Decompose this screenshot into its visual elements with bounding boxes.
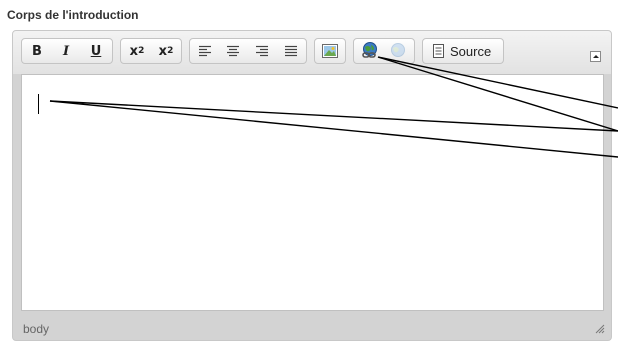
align-right-button[interactable] xyxy=(251,40,273,62)
link-group xyxy=(353,38,415,64)
collapse-toolbar-button[interactable] xyxy=(590,51,601,62)
subscript-button[interactable]: x2 xyxy=(124,40,150,62)
align-center-button[interactable] xyxy=(222,40,244,62)
image-icon xyxy=(322,44,338,58)
text-cursor xyxy=(38,94,39,114)
element-path[interactable]: body xyxy=(23,322,49,336)
editor-statusbar: body xyxy=(13,312,611,340)
superscript-label: x xyxy=(158,43,168,59)
italic-button[interactable]: I xyxy=(55,40,77,62)
basic-styles-group: B I U xyxy=(21,38,113,64)
editor-toolbar: B I U x2 x2 Source xyxy=(13,31,611,74)
insert-group xyxy=(314,38,346,64)
source-label: Source xyxy=(450,43,492,59)
insert-image-button[interactable] xyxy=(319,40,341,62)
source-document-icon xyxy=(433,44,444,58)
align-left-button[interactable] xyxy=(194,40,216,62)
superscript-suffix: 2 xyxy=(167,46,174,56)
source-group: Source xyxy=(422,38,504,64)
link-globe-icon xyxy=(362,42,377,58)
align-left-icon xyxy=(199,45,211,57)
field-label: Corps de l'introduction xyxy=(7,8,139,22)
editor-content-area[interactable] xyxy=(21,74,604,311)
superscript-button[interactable]: x2 xyxy=(153,40,179,62)
align-center-icon xyxy=(227,45,239,57)
align-justify-icon xyxy=(285,45,297,57)
unlink-globe-icon xyxy=(391,43,405,57)
align-right-icon xyxy=(256,45,268,57)
align-justify-button[interactable] xyxy=(280,40,302,62)
alignment-group xyxy=(189,38,307,64)
underline-button[interactable]: U xyxy=(85,40,107,62)
subscript-label: x xyxy=(129,43,139,59)
script-group: x2 x2 xyxy=(120,38,182,64)
bold-button[interactable]: B xyxy=(26,40,48,62)
resize-grip-icon[interactable] xyxy=(595,324,605,334)
subscript-suffix: 2 xyxy=(138,46,145,56)
link-button[interactable] xyxy=(359,40,381,62)
unlink-button[interactable] xyxy=(387,40,409,62)
source-button[interactable]: Source xyxy=(427,40,499,62)
rich-text-editor: B I U x2 x2 Source body xyxy=(12,30,612,341)
